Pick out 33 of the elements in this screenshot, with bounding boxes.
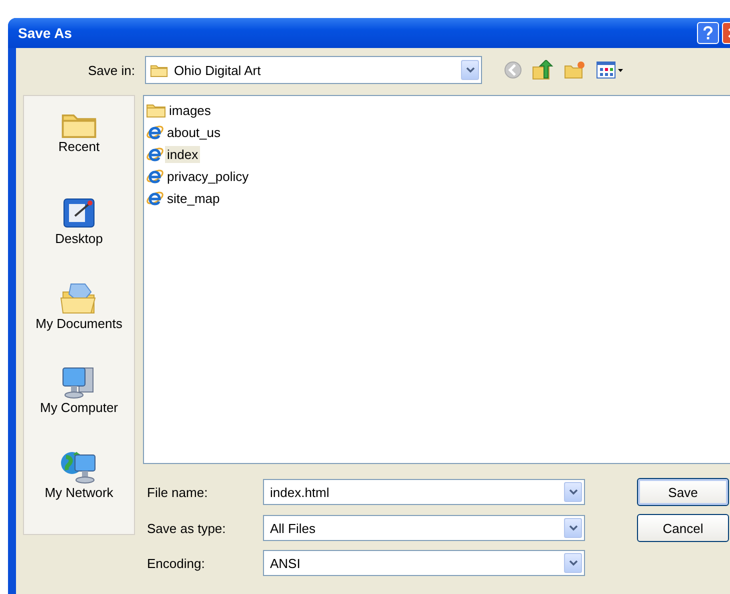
places-item[interactable]: My Network [44,449,114,534]
save-in-dropdown[interactable]: Ohio Digital Art [145,56,482,84]
field-label: Save as type: [146,520,227,536]
field-label: File name: [146,484,209,500]
view-menu-icon[interactable] [596,61,624,79]
help-icon [703,26,713,40]
places-item[interactable]: Desktop [55,194,103,280]
save-button[interactable]: Save [637,478,729,506]
save-in-label: Save in: [87,62,135,78]
up-folder-icon[interactable] [532,60,554,80]
ie-page-icon [146,145,164,163]
cancel-button[interactable]: Cancel [637,514,729,542]
file-item[interactable]: index [165,146,200,162]
ie-page-icon [146,189,164,207]
type-dropdown[interactable]: ANSI [263,550,585,576]
help-button[interactable] [697,22,719,44]
file-item[interactable]: privacy_policy [165,168,251,184]
window-title: Save As [18,25,73,41]
ie-page-icon [146,123,164,141]
folder-icon [150,62,168,78]
file-name-field[interactable]: index.html [263,479,585,505]
file-item[interactable]: images [167,102,213,118]
back-icon[interactable] [504,61,522,79]
places-item[interactable]: My Documents [36,280,122,364]
file-item[interactable]: about_us [165,124,222,140]
folder-icon [146,102,166,118]
ie-page-icon [146,167,164,185]
new-folder-icon[interactable] [564,61,586,79]
file-item[interactable]: site_map [165,190,222,206]
places-item[interactable]: Recent [58,110,100,195]
places-item[interactable]: My Computer [40,364,118,450]
type-dropdown[interactable]: All Files [263,515,585,541]
field-label: Encoding: [146,556,206,570]
